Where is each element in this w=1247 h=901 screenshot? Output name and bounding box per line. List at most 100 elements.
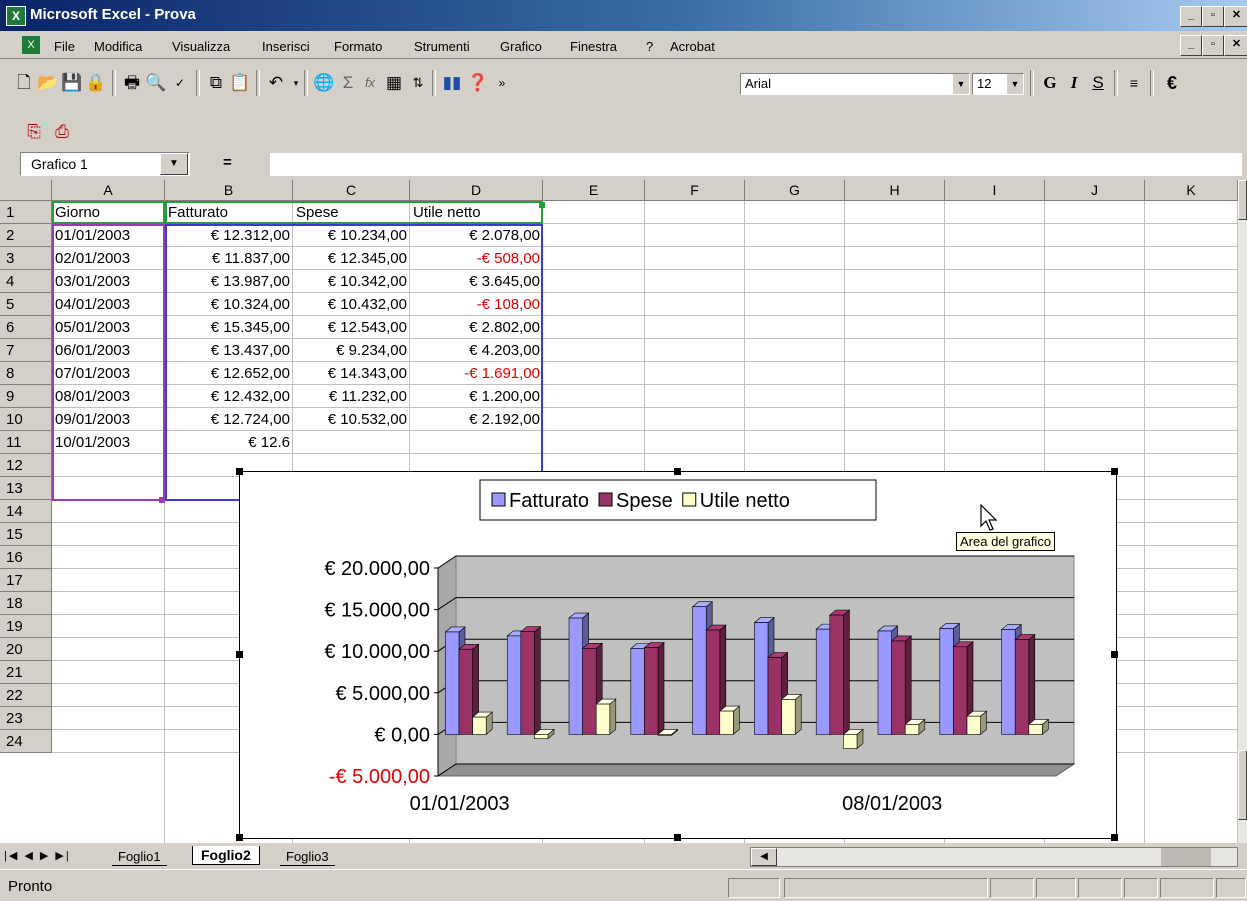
menu-visualizza[interactable]: Visualizza: [172, 39, 230, 54]
minimize-button[interactable]: _: [1180, 6, 1202, 27]
column-header-a[interactable]: A: [52, 180, 165, 201]
chevron-down-icon[interactable]: ▼: [952, 74, 969, 94]
row-header-12[interactable]: 12: [0, 454, 52, 477]
chevron-down-icon[interactable]: ▼: [1006, 74, 1023, 94]
row-header-20[interactable]: 20: [0, 638, 52, 661]
row-header-3[interactable]: 3: [0, 247, 52, 270]
resize-handle[interactable]: [236, 651, 243, 658]
close-button[interactable]: ✕: [1224, 6, 1247, 27]
row-header-2[interactable]: 2: [0, 224, 52, 247]
excel-icon[interactable]: X: [6, 6, 26, 26]
doc-restore-button[interactable]: ▫: [1202, 35, 1224, 56]
resize-handle[interactable]: [1111, 834, 1118, 841]
menu-inserisci[interactable]: Inserisci: [262, 39, 310, 54]
new-icon[interactable]: 🗋: [12, 71, 36, 95]
workbook-icon[interactable]: X: [22, 36, 40, 54]
menu-modifica[interactable]: Modifica: [94, 39, 142, 54]
doc-minimize-button[interactable]: _: [1180, 35, 1202, 56]
vertical-scrollbar[interactable]: [1238, 180, 1247, 843]
tab-foglio1[interactable]: Foglio1: [112, 848, 167, 866]
font-name-combo[interactable]: Arial ▼: [740, 73, 970, 95]
maximize-button[interactable]: ▫: [1202, 6, 1224, 27]
range-handle[interactable]: [539, 202, 545, 208]
row-header-15[interactable]: 15: [0, 523, 52, 546]
save-icon[interactable]: 💾: [60, 71, 84, 95]
row-header-5[interactable]: 5: [0, 293, 52, 316]
tab-scroll-buttons[interactable]: |◀ ◀ ▶ ▶|: [4, 849, 71, 862]
function-icon[interactable]: fx: [358, 71, 382, 95]
permission-icon[interactable]: 🔒: [84, 71, 108, 95]
print-preview-icon[interactable]: 🔍: [144, 71, 168, 95]
pdf-mail-icon[interactable]: ⎙: [50, 120, 74, 144]
resize-handle[interactable]: [674, 468, 681, 475]
row-header-24[interactable]: 24: [0, 730, 52, 753]
row-header-17[interactable]: 17: [0, 569, 52, 592]
row-header-6[interactable]: 6: [0, 316, 52, 339]
copy-icon[interactable]: ⧉: [204, 71, 228, 95]
scroll-thumb[interactable]: [1161, 848, 1211, 866]
row-header-16[interactable]: 16: [0, 546, 52, 569]
open-icon[interactable]: 📂: [36, 71, 60, 95]
bold-button[interactable]: G: [1038, 71, 1062, 95]
menu-help[interactable]: ?: [646, 39, 653, 54]
resize-handle[interactable]: [236, 834, 243, 841]
horizontal-scrollbar[interactable]: ◀: [750, 847, 1238, 867]
menu-file[interactable]: File: [54, 39, 75, 54]
chevron-down-icon[interactable]: ▼: [160, 153, 188, 175]
toolbar-options-icon[interactable]: »: [490, 71, 514, 95]
format-cells-icon[interactable]: ▦: [382, 71, 406, 95]
paste-icon[interactable]: 📋: [228, 71, 252, 95]
scroll-thumb[interactable]: [1238, 750, 1247, 820]
row-header-1[interactable]: 1: [0, 201, 52, 224]
autosum-icon[interactable]: Σ: [336, 71, 360, 95]
column-header-i[interactable]: I: [945, 180, 1045, 201]
menu-acrobat[interactable]: Acrobat: [670, 39, 715, 54]
tab-foglio2[interactable]: Foglio2: [192, 846, 260, 865]
column-header-d[interactable]: D: [410, 180, 543, 201]
hyperlink-icon[interactable]: 🌐: [312, 71, 336, 95]
row-header-23[interactable]: 23: [0, 707, 52, 730]
column-header-g[interactable]: G: [745, 180, 845, 201]
resize-handle[interactable]: [1111, 651, 1118, 658]
menu-strumenti[interactable]: Strumenti: [414, 39, 470, 54]
help-icon[interactable]: ❓: [466, 71, 490, 95]
chart-wizard-icon[interactable]: ▮▮: [440, 71, 464, 95]
print-icon[interactable]: 🖶: [120, 71, 144, 95]
column-header-h[interactable]: H: [845, 180, 945, 201]
euro-button[interactable]: €: [1160, 71, 1184, 95]
menu-formato[interactable]: Formato: [334, 39, 382, 54]
column-header-f[interactable]: F: [645, 180, 745, 201]
scroll-up-button[interactable]: [1238, 180, 1247, 220]
resize-handle[interactable]: [236, 468, 243, 475]
row-header-14[interactable]: 14: [0, 500, 52, 523]
menu-finestra[interactable]: Finestra: [570, 39, 617, 54]
row-header-9[interactable]: 9: [0, 385, 52, 408]
row-header-19[interactable]: 19: [0, 615, 52, 638]
strikethrough-button[interactable]: S: [1086, 71, 1110, 95]
row-header-10[interactable]: 10: [0, 408, 52, 431]
sort-icon[interactable]: ⇅: [406, 71, 430, 95]
resize-handle[interactable]: [674, 834, 681, 841]
spelling-icon[interactable]: ✓: [168, 71, 192, 95]
resize-handle[interactable]: [1111, 468, 1118, 475]
pdf-convert-icon[interactable]: ⎘: [22, 120, 46, 144]
row-header-22[interactable]: 22: [0, 684, 52, 707]
formula-input[interactable]: [270, 153, 1242, 176]
doc-close-button[interactable]: ✕: [1224, 35, 1247, 56]
select-all-corner[interactable]: [0, 180, 52, 201]
column-header-b[interactable]: B: [165, 180, 293, 201]
italic-button[interactable]: I: [1062, 71, 1086, 95]
scroll-left-button[interactable]: ◀: [751, 848, 777, 866]
column-header-e[interactable]: E: [543, 180, 645, 201]
row-header-4[interactable]: 4: [0, 270, 52, 293]
row-header-21[interactable]: 21: [0, 661, 52, 684]
row-header-11[interactable]: 11: [0, 431, 52, 454]
row-header-18[interactable]: 18: [0, 592, 52, 615]
row-header-7[interactable]: 7: [0, 339, 52, 362]
column-header-j[interactable]: J: [1045, 180, 1145, 201]
tab-foglio3[interactable]: Foglio3: [280, 848, 335, 866]
menu-grafico[interactable]: Grafico: [500, 39, 542, 54]
row-header-8[interactable]: 8: [0, 362, 52, 385]
align-icon[interactable]: ≡: [1122, 71, 1146, 95]
row-header-13[interactable]: 13: [0, 477, 52, 500]
